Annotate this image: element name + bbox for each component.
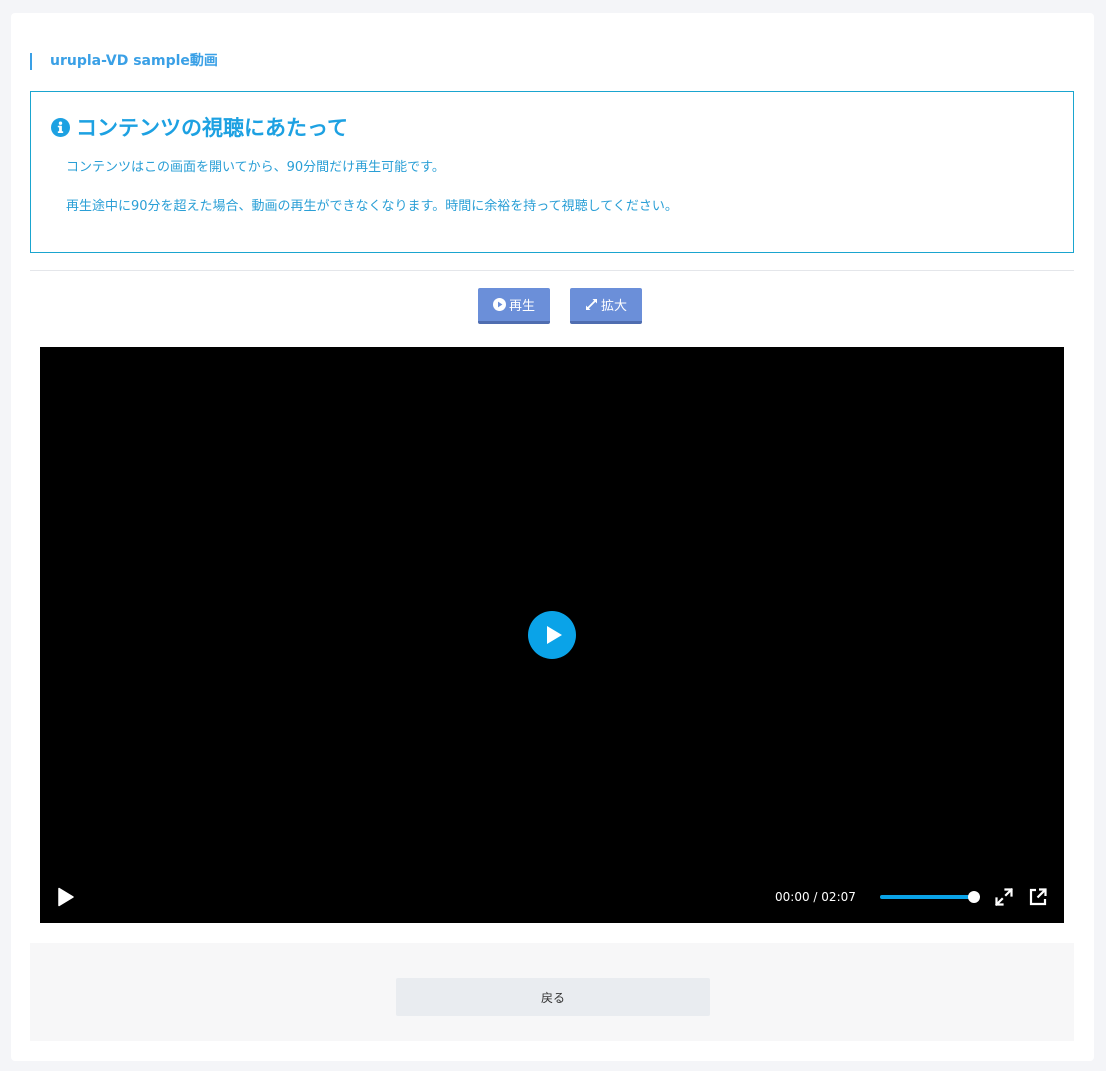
notice-line-2: 再生途中に90分を超えた場合、動画の再生ができなくなります。時間に余裕を持って視… [66, 199, 678, 214]
popout-button[interactable] [1029, 888, 1047, 906]
content-card: urupla-VD sample動画 コンテンツの視聴にあたって コンテンツはこ… [11, 13, 1094, 1061]
play-button-label: 再生 [508, 299, 535, 314]
fullscreen-icon [994, 887, 1014, 907]
duration: 02:07 [821, 890, 856, 904]
notice-box: コンテンツの視聴にあたって コンテンツはこの画面を開いてから、90分間だけ再生可… [30, 91, 1074, 253]
expand-button[interactable]: 拡大 [570, 288, 642, 324]
time-display: 00:00 / 02:07 [775, 889, 856, 905]
back-button[interactable]: 戻る [396, 978, 710, 1016]
volume-knob[interactable] [968, 891, 980, 903]
expand-arrows-icon [585, 299, 597, 310]
video-player[interactable]: 00:00 / 02:07 [40, 347, 1064, 923]
notice-heading: コンテンツの視聴にあたって [76, 116, 348, 140]
notice-line-1: コンテンツはこの画面を開いてから、90分間だけ再生可能です。 [66, 160, 445, 175]
volume-slider[interactable] [880, 891, 980, 903]
play-button[interactable]: 再生 [478, 288, 550, 324]
page-title: urupla-VD sample動画 [30, 53, 218, 70]
control-play-button[interactable] [56, 886, 76, 908]
current-time: 00:00 [775, 890, 810, 904]
play-icon [547, 626, 562, 644]
time-separator: / [813, 890, 818, 904]
big-play-button[interactable] [528, 611, 576, 659]
play-circle-icon [492, 298, 506, 311]
footer-bar: 戻る [30, 943, 1074, 1041]
expand-button-label: 拡大 [600, 299, 627, 314]
fullscreen-button[interactable] [994, 887, 1014, 907]
play-icon [58, 887, 74, 907]
notice-heading-row: コンテンツの視聴にあたって [51, 112, 348, 142]
info-circle-icon [51, 117, 70, 137]
divider [30, 270, 1074, 271]
external-link-icon [1029, 888, 1047, 906]
volume-track [880, 895, 976, 899]
